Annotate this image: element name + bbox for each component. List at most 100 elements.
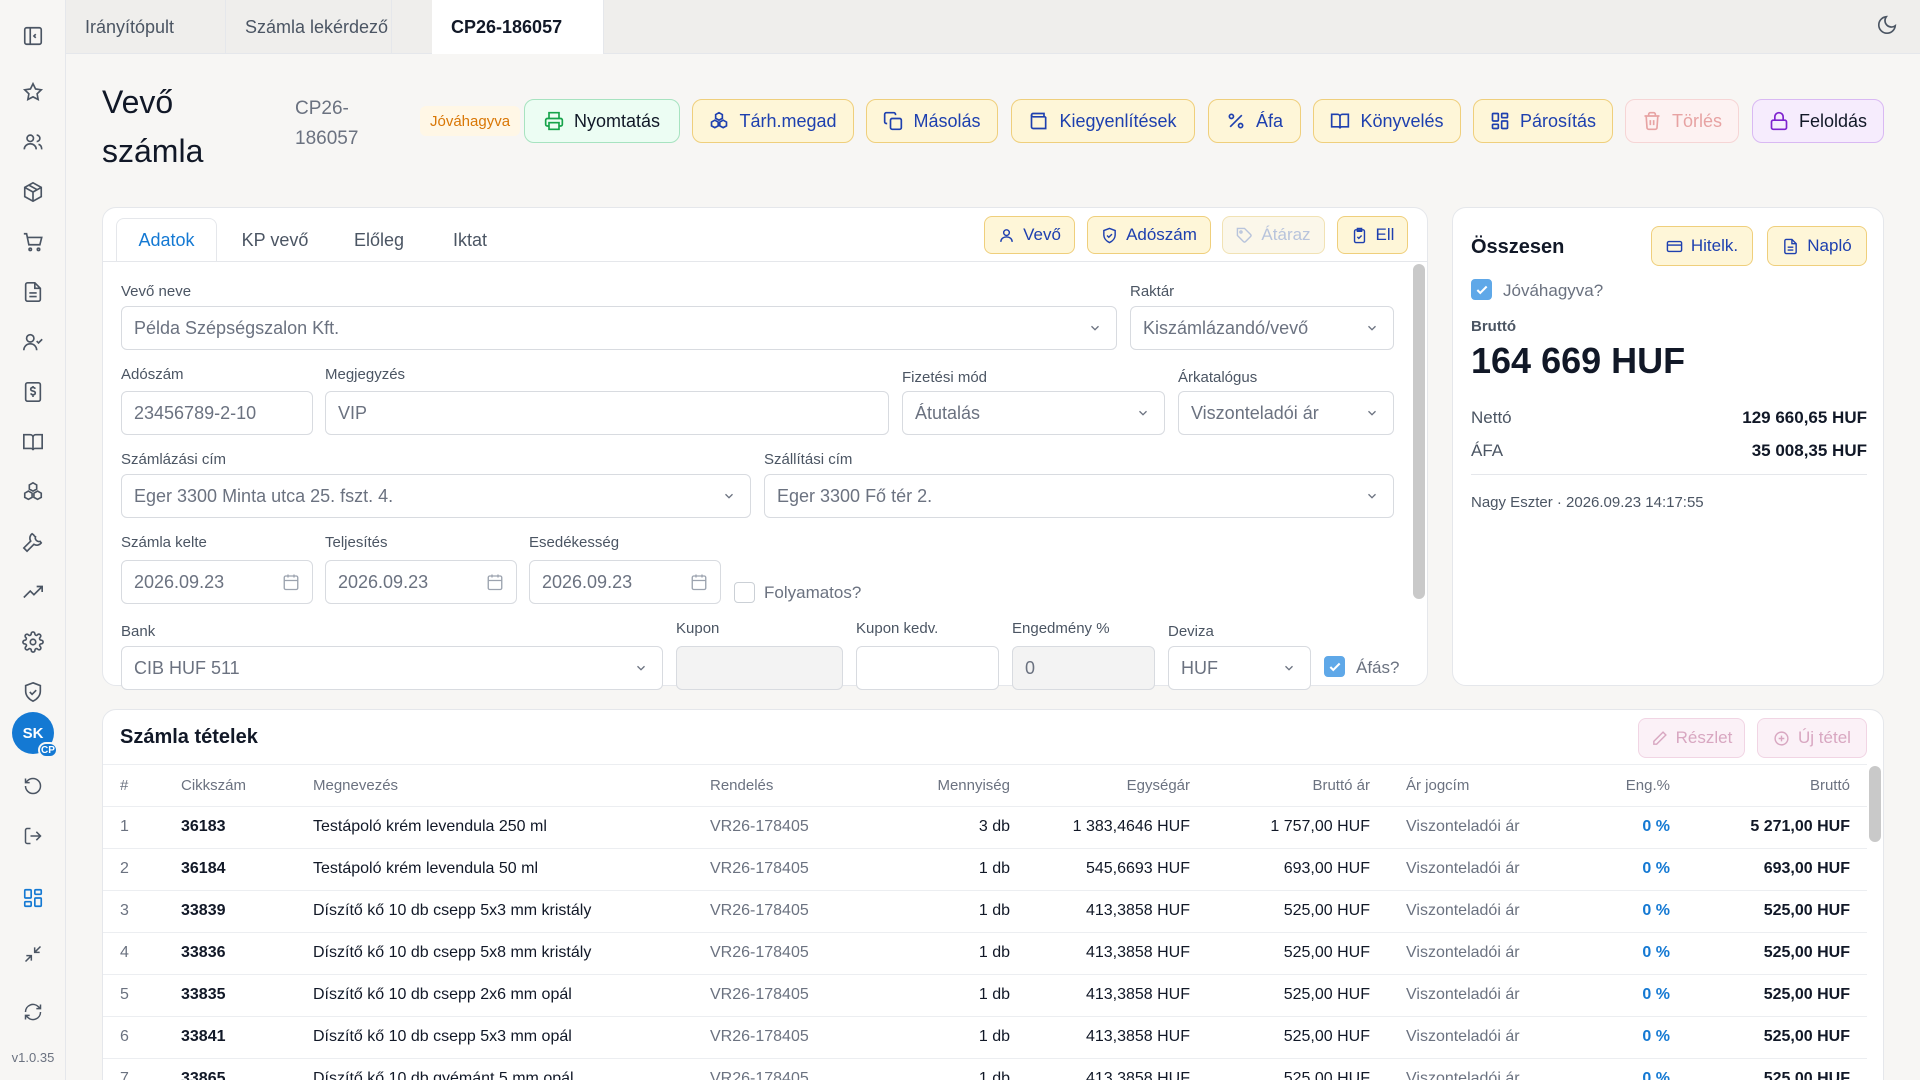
user-check-icon[interactable] (19, 328, 47, 356)
bank-select[interactable]: CIB HUF 511 (121, 646, 663, 690)
storage-button-label: Tárh.megad (739, 110, 837, 131)
cell-index: 4 (120, 944, 129, 961)
cell-gross-price: 525,00 HUF (1283, 1070, 1370, 1080)
customer-name-select[interactable]: Példa Szépségszalon Kft. (121, 306, 1117, 350)
currency-select[interactable]: HUF (1168, 646, 1311, 690)
tab-advance[interactable]: Előleg (336, 218, 422, 262)
log-button[interactable]: Napló (1767, 226, 1867, 266)
tax-number-value: 23456789-2-10 (134, 402, 257, 423)
booking-button[interactable]: Könyvelés (1313, 99, 1461, 143)
cell-gross-price: 525,00 HUF (1283, 986, 1370, 1003)
coupon-input[interactable] (676, 646, 843, 690)
fulfillment-date-input[interactable]: 2026.09.23 (325, 560, 517, 604)
col-discount: Eng.% (1625, 777, 1670, 794)
invoice-icon[interactable] (19, 378, 47, 406)
refresh-icon[interactable] (19, 998, 47, 1026)
document-icon[interactable] (19, 278, 47, 306)
book-icon[interactable] (19, 428, 47, 456)
tab-dashboard[interactable]: Irányítópult (66, 0, 226, 54)
trending-icon[interactable] (19, 578, 47, 606)
payment-method-value: Átutalás (915, 402, 981, 423)
matching-button[interactable]: Párosítás (1473, 99, 1613, 143)
grid-icon[interactable] (19, 884, 47, 912)
logout-icon[interactable] (19, 822, 47, 850)
lock-icon (1770, 111, 1788, 131)
table-scrollbar[interactable] (1869, 766, 1881, 842)
check-button[interactable]: Ell (1337, 216, 1408, 254)
cell-unit-price: 413,3858 HUF (1085, 986, 1190, 1003)
discount-pct-label: Engedmény % (1012, 620, 1110, 637)
tab-current-invoice[interactable]: CP26-186057 (432, 0, 604, 54)
tax-number-button[interactable]: Adószám (1087, 216, 1211, 254)
unlock-button[interactable]: Feloldás (1752, 99, 1884, 143)
summary-divider (1471, 474, 1867, 475)
settlements-button[interactable]: Kiegyenlítések (1011, 99, 1195, 143)
tab-cash-customer[interactable]: KP vevő (228, 218, 322, 262)
print-button[interactable]: Nyomtatás (524, 99, 680, 143)
note-input[interactable]: VIP (325, 391, 889, 435)
tab-bar: Irányítópult Számla lekérdező CP26-18605… (66, 0, 1920, 54)
summary-title: Összesen (1471, 236, 1565, 258)
collapse-icon[interactable] (19, 940, 47, 968)
chevron-down-icon (1139, 410, 1147, 416)
tab-data[interactable]: Adatok (116, 218, 217, 262)
tab-filing[interactable]: Iktat (430, 218, 510, 262)
invoice-date-value: 2026.09.23 (134, 571, 225, 592)
new-item-button[interactable]: Új tétel (1757, 718, 1867, 758)
tab-invoice-query[interactable]: Számla lekérdező (226, 0, 392, 54)
col-quantity: Mennyiség (937, 777, 1010, 794)
invoice-date-input[interactable]: 2026.09.23 (121, 560, 313, 604)
wrench-icon[interactable] (19, 528, 47, 556)
bank-value: CIB HUF 511 (134, 657, 240, 678)
page-title: Vevő számla (102, 78, 203, 176)
payment-method-select[interactable]: Átutalás (902, 391, 1165, 435)
warehouse-select[interactable]: Kiszámlázandó/vevő (1130, 306, 1394, 350)
star-icon[interactable] (19, 78, 47, 106)
cell-discount: 0 % (1642, 1070, 1670, 1080)
boxes-icon[interactable] (19, 478, 47, 506)
check-icon (1476, 285, 1488, 295)
vat-button[interactable]: Áfa (1208, 99, 1301, 143)
cart-icon[interactable] (19, 228, 47, 256)
delete-button[interactable]: Törlés (1625, 99, 1739, 143)
discount-pct-input[interactable]: 0 (1012, 646, 1155, 690)
app-version: v1.0.35 (11, 1050, 55, 1065)
copy-button[interactable]: Másolás (866, 99, 998, 143)
vat-checkbox[interactable] (1324, 656, 1345, 677)
sidebar: SK CP v1.0.35 (0, 0, 66, 1080)
col-unit-price: Egységár (1126, 777, 1190, 794)
form-scrollbar[interactable] (1413, 264, 1425, 599)
detail-button[interactable]: Részlet (1638, 718, 1745, 758)
sidebar-toggle-icon[interactable] (19, 22, 47, 50)
users-icon[interactable] (19, 128, 47, 156)
storage-button[interactable]: Tárh.megad (692, 99, 854, 143)
cell-unit-price: 413,3858 HUF (1085, 944, 1190, 961)
history-icon[interactable] (19, 772, 47, 800)
theme-toggle-icon[interactable] (1876, 14, 1902, 40)
approved-checkbox[interactable] (1471, 279, 1492, 300)
cell-price-basis: Viszonteladói ár (1406, 944, 1520, 961)
cell-quantity: 3 db (978, 818, 1010, 835)
chevron-down-icon (1368, 325, 1376, 331)
reprice-button[interactable]: Átáraz (1222, 216, 1325, 254)
shipping-address-label: Szállítási cím (764, 451, 853, 468)
package-icon[interactable] (19, 178, 47, 206)
cell-unit-price: 413,3858 HUF (1085, 1070, 1190, 1080)
calendar-icon (691, 574, 707, 591)
price-catalog-select[interactable]: Viszonteladói ár (1178, 391, 1394, 435)
tax-number-input[interactable]: 23456789-2-10 (121, 391, 313, 435)
detail-button-label: Részlet (1675, 728, 1733, 747)
shield-icon[interactable] (19, 678, 47, 706)
settlements-button-label: Kiegyenlítések (1059, 110, 1177, 131)
coupon-discount-input[interactable] (856, 646, 999, 690)
billing-address-select[interactable]: Eger 3300 Minta utca 25. fszt. 4. (121, 474, 751, 518)
shipping-address-select[interactable]: Eger 3300 Fő tér 2. (764, 474, 1394, 518)
customer-name-label: Vevő neve (121, 283, 192, 300)
cell-order: VR26-178405 (710, 986, 809, 1003)
gear-icon[interactable] (19, 628, 47, 656)
cell-unit-price: 413,3858 HUF (1085, 1028, 1190, 1045)
customer-button[interactable]: Vevő (984, 216, 1075, 254)
credit-button[interactable]: Hitelk. (1651, 226, 1753, 266)
due-date-input[interactable]: 2026.09.23 (529, 560, 721, 604)
continuous-checkbox[interactable] (734, 582, 755, 603)
